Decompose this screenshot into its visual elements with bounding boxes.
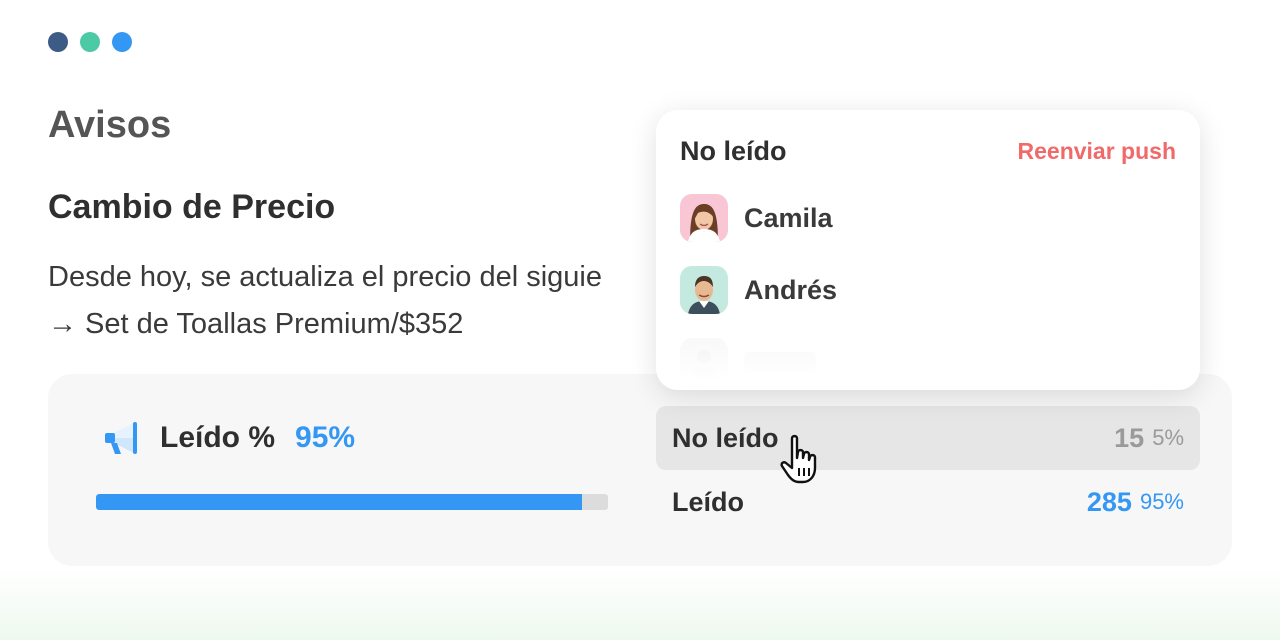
unread-stat-count: 15 xyxy=(1114,422,1145,453)
read-percent-label: Leído % xyxy=(160,421,276,454)
read-percent-value: 95% xyxy=(295,421,356,454)
resend-push-button[interactable]: Reenviar push xyxy=(1018,138,1177,165)
avatar-andres xyxy=(680,266,728,314)
unread-stat-label: No leído xyxy=(672,422,779,453)
hand-pointer-cursor-icon xyxy=(780,434,817,484)
window-dot-dark[interactable] xyxy=(48,32,68,52)
popover-fade xyxy=(656,320,1200,390)
read-stat-label: Leído xyxy=(672,486,744,517)
window-dot-blue[interactable] xyxy=(112,32,132,52)
read-stat-percent: 95% xyxy=(1139,489,1184,514)
window-dot-green[interactable] xyxy=(80,32,100,52)
read-stat-row[interactable]: Leído 285 95% xyxy=(656,470,1200,534)
notice-line-1: Desde hoy, se actualiza el precio del si… xyxy=(48,261,603,293)
notice-title: Cambio de Precio xyxy=(48,188,336,226)
notice-line-2: → Set de Toallas Premium/$352 xyxy=(48,308,464,340)
page-title: Avisos xyxy=(48,104,172,146)
read-progress-fill xyxy=(96,494,583,510)
user-row-camila[interactable]: Camila xyxy=(680,194,833,242)
avatar-camila xyxy=(680,194,728,242)
user-name-camila: Camila xyxy=(744,202,833,233)
read-stat-count: 285 xyxy=(1086,486,1132,517)
user-row-andres[interactable]: Andrés xyxy=(680,266,837,314)
bottom-background-fade xyxy=(0,568,1280,640)
unread-users-popover: No leído Reenviar push Camila Andrés xyxy=(656,110,1200,390)
window-controls xyxy=(48,32,132,52)
megaphone-icon xyxy=(105,422,137,454)
user-name-andres: Andrés xyxy=(744,274,838,305)
unread-stat-percent: 5% xyxy=(1152,425,1184,450)
unread-stat-row[interactable]: No leído 15 5% xyxy=(656,406,1200,470)
notice-body: Desde hoy, se actualiza el precio del si… xyxy=(48,254,688,348)
read-stats-header: Leído % 95% xyxy=(100,416,355,460)
popover-header: No leído Reenviar push xyxy=(680,136,1176,167)
popover-title: No leído xyxy=(680,136,787,166)
read-progress-bar xyxy=(96,494,608,510)
